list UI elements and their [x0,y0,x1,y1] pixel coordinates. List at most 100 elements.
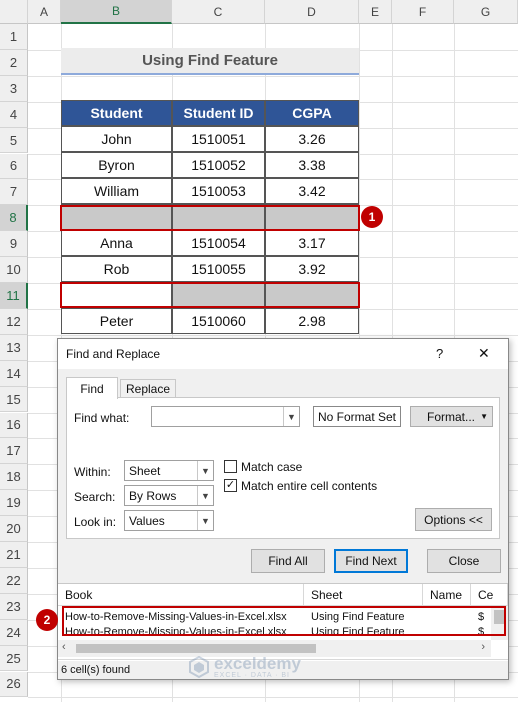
table-cell[interactable]: 3.38 [265,152,359,178]
search-select[interactable]: By Rows ▼ [124,485,214,506]
status-text: 6 cell(s) found [61,663,131,676]
row-header-17[interactable]: 17 [0,438,28,465]
chevron-down-icon[interactable]: ▼ [197,461,213,480]
row-header-18[interactable]: 18 [0,464,28,491]
results-col-sheet[interactable]: Sheet [304,584,423,606]
close-button[interactable]: Close [427,549,501,573]
watermark-name: exceldemy [214,654,301,673]
chevron-down-icon[interactable]: ▼ [197,486,213,505]
column-header-g[interactable]: G [454,0,518,24]
table-cell[interactable]: 1510052 [172,152,265,178]
table-cell[interactable]: William [61,178,172,204]
table-cell[interactable]: 2.98 [265,308,359,334]
look-in-value: Values [129,513,165,528]
table-cell[interactable]: 3.17 [265,230,359,256]
table-cell[interactable]: John [61,126,172,152]
table-cell[interactable]: 1510060 [172,308,265,334]
tab-find[interactable]: Find [66,377,118,399]
row-header-6[interactable]: 6 [0,153,28,180]
row-header-21[interactable]: 21 [0,542,28,568]
select-all-corner[interactable] [0,0,28,24]
help-icon[interactable]: ? [436,346,443,361]
row-header-15[interactable]: 15 [0,386,28,413]
row-header-26[interactable]: 26 [0,671,28,698]
table-cell[interactable]: 1510054 [172,230,265,256]
column-header-f[interactable]: F [392,0,454,24]
column-header-e[interactable]: E [359,0,392,24]
find-what-input[interactable]: ▼ [151,406,300,427]
row-header-2[interactable]: 2 [0,49,28,76]
find-next-button[interactable]: Find Next [334,549,408,573]
chevron-down-icon[interactable]: ▼ [283,407,299,426]
row-header-25[interactable]: 25 [0,645,28,672]
row-header-24[interactable]: 24 [0,619,28,646]
table-cell[interactable]: Byron [61,152,172,178]
look-in-label: Look in: [74,515,117,529]
table-cell[interactable]: Anna [61,230,172,256]
row-header-8[interactable]: 8 [0,205,28,232]
results-col-book[interactable]: Book [58,584,304,606]
table-header[interactable]: CGPA [265,100,359,126]
row-header-13[interactable]: 13 [0,334,28,361]
column-header-d[interactable]: D [265,0,359,24]
row-header-11[interactable]: 11 [0,283,28,309]
results-col-cell[interactable]: Ce [471,584,508,606]
column-header-a[interactable]: A [28,0,61,24]
match-entire-checkbox[interactable]: ✓ [224,479,237,492]
scroll-left-icon[interactable]: ‹ [62,641,66,653]
find-replace-dialog: Find and Replace ? ✕ Find Replace Find w… [57,338,509,680]
column-header-c[interactable]: C [172,0,265,24]
format-button-label: Format... [427,409,476,424]
row-header-20[interactable]: 20 [0,516,28,542]
row-header-9[interactable]: 9 [0,231,28,258]
table-header[interactable]: Student ID [172,100,265,126]
chevron-down-icon[interactable]: ▼ [197,511,213,530]
watermark-logo: exceldemy EXCEL · DATA · BI [188,655,301,679]
close-icon[interactable]: ✕ [478,345,490,362]
scrollbar-thumb[interactable] [76,644,316,653]
table-cell[interactable]: 3.92 [265,256,359,282]
find-all-button[interactable]: Find All [251,549,325,573]
row-header-10[interactable]: 10 [0,257,28,283]
results-col-name[interactable]: Name [423,584,471,606]
table-cell[interactable]: 1510051 [172,126,265,152]
scroll-right-icon[interactable]: › [481,641,485,653]
column-header-b[interactable]: B [61,0,172,24]
table-cell[interactable]: 1510053 [172,178,265,204]
table-cell[interactable]: Rob [61,256,172,282]
row-header-16[interactable]: 16 [0,412,28,439]
row-header-23[interactable]: 23 [0,593,28,620]
sheet-title: Using Find Feature [61,48,359,75]
search-label: Search: [74,490,116,504]
format-button[interactable]: Format... ▼ [410,406,493,427]
match-case-checkbox[interactable] [224,460,237,473]
row-header-12[interactable]: 12 [0,308,28,335]
table-header[interactable]: Student [61,100,172,126]
dialog-titlebar[interactable]: Find and Replace ? ✕ [58,339,508,369]
row-header-4[interactable]: 4 [0,101,28,128]
within-label: Within: [74,465,111,479]
callout-badge-1: 1 [361,206,383,228]
row-header-14[interactable]: 14 [0,360,28,387]
row-header-1[interactable]: 1 [0,24,28,50]
match-entire-label: Match entire cell contents [241,479,378,493]
table-cell[interactable]: 3.26 [265,126,359,152]
options-button[interactable]: Options << [415,508,492,531]
look-in-select[interactable]: Values ▼ [124,510,214,531]
table-cell[interactable]: 1510055 [172,256,265,282]
row-header-5[interactable]: 5 [0,127,28,154]
row-header-19[interactable]: 19 [0,490,28,517]
dropdown-arrow-icon: ▼ [480,412,488,421]
row-header-3[interactable]: 3 [0,75,28,102]
table-cell[interactable]: 3.42 [265,178,359,204]
table-cell[interactable]: Peter [61,308,172,334]
gridline [28,334,518,336]
watermark-tagline: EXCEL · DATA · BI [214,672,290,679]
tab-replace[interactable]: Replace [120,379,176,398]
row-header-7[interactable]: 7 [0,179,28,206]
exceldemy-logo-icon [189,656,209,678]
no-format-set-preview: No Format Set [313,406,401,427]
dialog-title: Find and Replace [66,347,161,361]
row-header-22[interactable]: 22 [0,567,28,594]
within-select[interactable]: Sheet ▼ [124,460,214,481]
